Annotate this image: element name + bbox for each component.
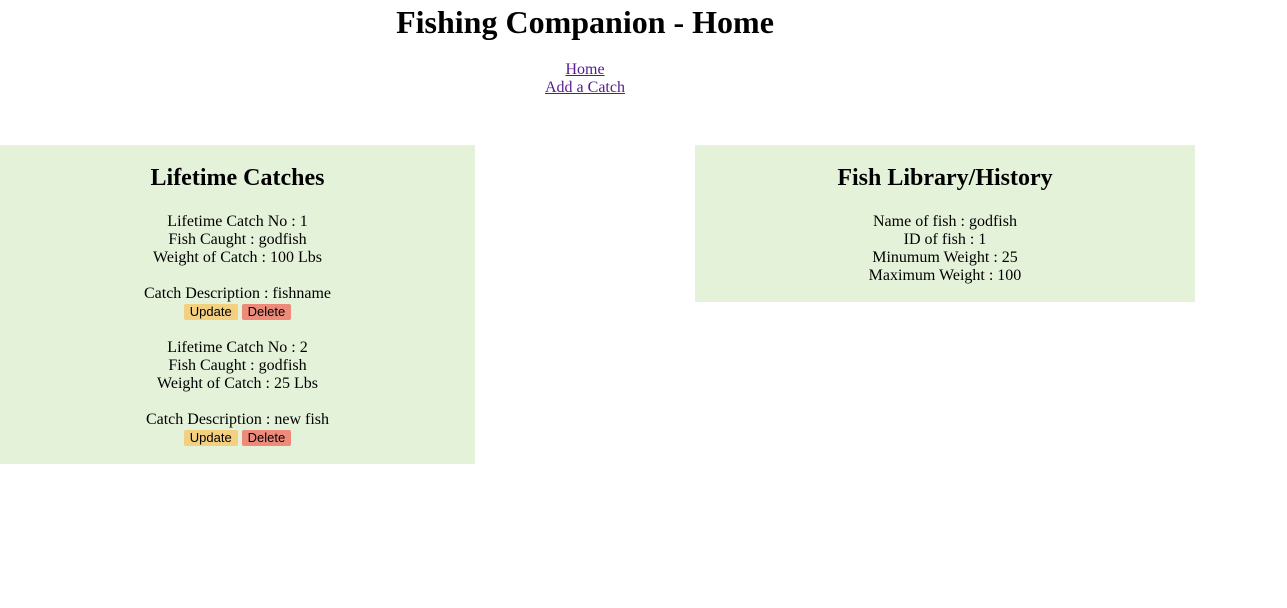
fish-library-heading: Fish Library/History <box>837 165 1053 191</box>
catch-actions: Update Delete <box>0 429 475 447</box>
catch-item: Lifetime Catch No : 1 Fish Caught : godf… <box>0 213 475 321</box>
fish-min-weight: Minumum Weight : 25 <box>872 249 1018 266</box>
catch-item: Lifetime Catch No : 2 Fish Caught : godf… <box>0 339 475 447</box>
fish-id: ID of fish : 1 <box>903 231 987 248</box>
catch-fish: Fish Caught : godfish <box>168 231 307 248</box>
catch-weight: Weight of Catch : 25 Lbs <box>157 375 318 392</box>
fish-list: Name of fish : godfish ID of fish : 1 Mi… <box>695 213 1195 285</box>
update-button[interactable]: Update <box>183 304 238 320</box>
catch-description: Catch Description : fishname <box>143 285 332 302</box>
catch-weight: Weight of Catch : 100 Lbs <box>153 249 322 266</box>
catch-number: Lifetime Catch No : 1 <box>167 213 308 230</box>
catch-actions: Update Delete <box>0 303 475 321</box>
delete-button[interactable]: Delete <box>241 304 292 320</box>
fish-max-weight: Maximum Weight : 100 <box>868 267 1022 284</box>
update-button[interactable]: Update <box>183 430 238 446</box>
catch-number: Lifetime Catch No : 2 <box>167 339 308 356</box>
catch-spacer <box>0 267 475 285</box>
catches-list: Lifetime Catch No : 1 Fish Caught : godf… <box>0 213 475 447</box>
catch-description: Catch Description : new fish <box>145 411 330 428</box>
catch-spacer <box>0 393 475 411</box>
nav-link-home[interactable]: Home <box>565 61 604 79</box>
lifetime-catches-heading: Lifetime Catches <box>150 165 325 191</box>
fish-library-panel: Fish Library/History Name of fish : godf… <box>695 145 1195 302</box>
page-title: Fishing Companion - Home <box>396 4 774 40</box>
main-nav: Home Add a Catch <box>0 61 1170 97</box>
nav-link-add-catch[interactable]: Add a Catch <box>545 79 625 97</box>
catch-fish: Fish Caught : godfish <box>168 357 307 374</box>
fish-name: Name of fish : godfish <box>873 213 1017 230</box>
lifetime-catches-panel: Lifetime Catches Lifetime Catch No : 1 F… <box>0 145 475 464</box>
delete-button[interactable]: Delete <box>241 430 292 446</box>
fish-item: Name of fish : godfish ID of fish : 1 Mi… <box>695 213 1195 285</box>
